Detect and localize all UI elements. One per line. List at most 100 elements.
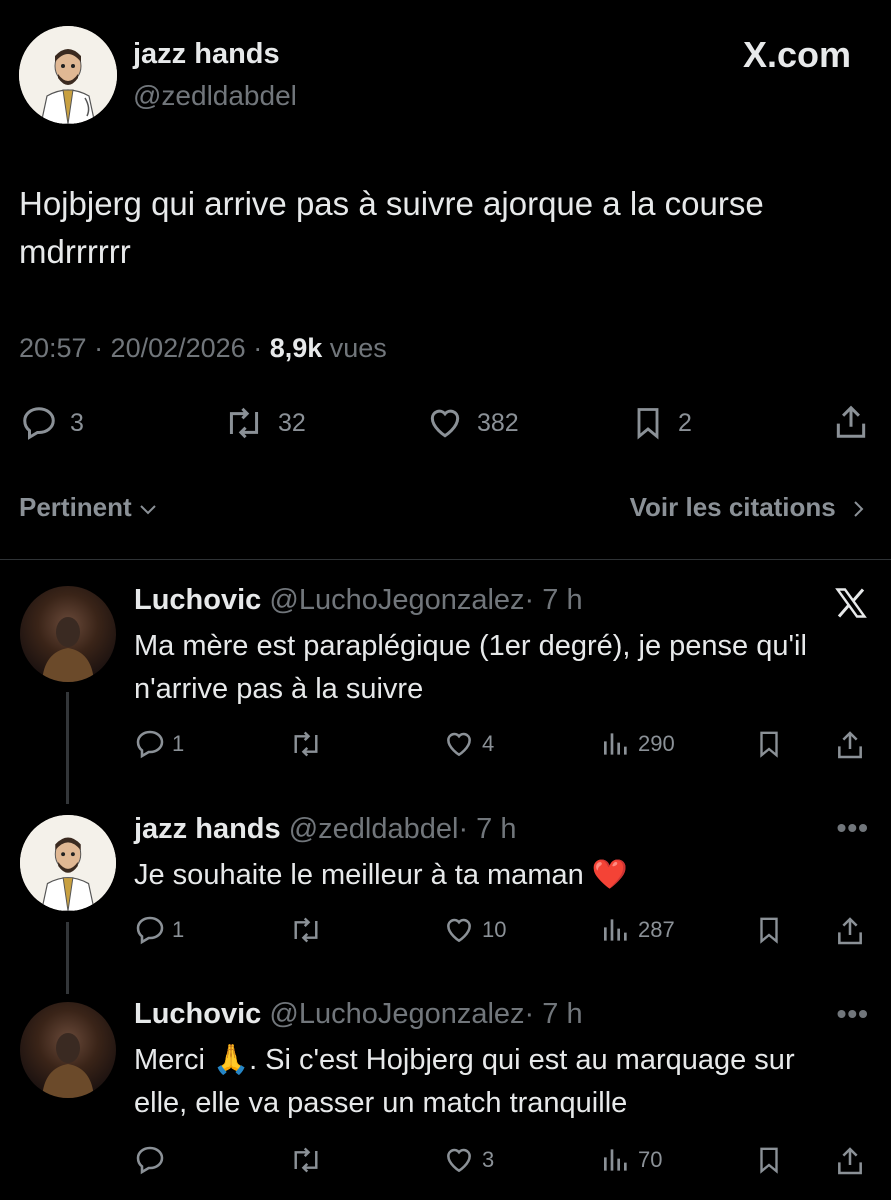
reply-header: Luchovic @LuchoJegonzalez· 7 h [134, 584, 583, 617]
reply-actions: 1 10 287 [0, 914, 891, 950]
bookmark-button[interactable] [754, 728, 784, 760]
views-chart-icon [604, 1149, 627, 1171]
more-options-icon[interactable]: ••• [837, 998, 869, 1030]
reply-count: 3 [70, 408, 84, 437]
heart-emoji: ❤️ [591, 859, 628, 891]
reply-author-handle[interactable]: @LuchoJegonzalez [269, 584, 524, 616]
reply-text: Ma mère est paraplégique (1er degré), je… [134, 630, 807, 705]
repost-icon [229, 407, 259, 439]
like-count: 10 [482, 917, 507, 942]
bookmark-icon [760, 731, 778, 758]
bookmark-icon [637, 408, 659, 440]
reply-actions: 3 70 [0, 1144, 891, 1180]
reply-text-start: Merci [134, 1044, 213, 1076]
heart-icon [447, 732, 471, 757]
reply-count: 1 [172, 731, 185, 756]
x-logo-icon [833, 585, 869, 626]
reply-button[interactable]: 1 [134, 728, 184, 760]
reply-time[interactable]: · 7 h [458, 813, 516, 845]
heart-icon [447, 1148, 471, 1173]
reply-icon [136, 1146, 164, 1175]
view-quotes-label: Voir les citations [629, 492, 836, 522]
heart-icon [430, 409, 460, 438]
repost-icon [294, 731, 318, 757]
doctor-illustration-icon [20, 815, 116, 911]
reply-author-name[interactable]: Luchovic [134, 584, 261, 616]
chevron-right-icon [854, 501, 864, 517]
heart-icon [447, 918, 471, 943]
share-button[interactable] [834, 914, 866, 948]
bookmark-icon [760, 1147, 778, 1174]
like-count: 4 [482, 731, 495, 756]
reply-actions: 1 4 290 [0, 728, 891, 764]
like-count: 3 [482, 1147, 495, 1172]
like-button[interactable]: 3 [442, 1144, 494, 1176]
views-button[interactable]: 290 [600, 728, 675, 760]
reply-header: jazz hands @zedldabdel· 7 h [134, 813, 516, 846]
reply-avatar[interactable] [20, 815, 116, 911]
views-label: vues [322, 333, 387, 363]
reply-button[interactable] [134, 1144, 172, 1176]
x-brand-logo: X.com [742, 34, 851, 75]
repost-icon [294, 917, 318, 943]
bookmark-button[interactable]: 2 [630, 404, 692, 442]
reply-count: 1 [172, 917, 185, 942]
reply-avatar[interactable] [20, 1002, 116, 1098]
person-photo-icon [42, 1033, 94, 1098]
reply-author-handle[interactable]: @zedldabdel [289, 813, 459, 845]
reply-icon [136, 916, 164, 945]
reply-time[interactable]: · 7 h [525, 998, 583, 1030]
bookmark-count: 2 [678, 408, 692, 437]
like-button[interactable]: 4 [442, 728, 494, 760]
share-button[interactable] [834, 728, 866, 762]
tweet-text: Hojbjerg qui arrive pas à suivre ajorque… [19, 185, 764, 270]
reply-button[interactable]: 1 [134, 914, 184, 946]
sort-dropdown[interactable]: Pertinent [19, 492, 157, 523]
views-button[interactable]: 70 [600, 1144, 662, 1176]
views-button[interactable]: 287 [600, 914, 675, 946]
like-button[interactable]: 10 [442, 914, 506, 946]
bookmark-button[interactable] [754, 914, 784, 946]
like-button[interactable]: 382 [425, 404, 519, 442]
bookmark-button[interactable] [754, 1144, 784, 1176]
share-icon [836, 405, 866, 438]
reply-icon [136, 730, 164, 759]
reply-author-name[interactable]: jazz hands [134, 813, 281, 845]
bookmark-icon [760, 917, 778, 944]
share-icon [838, 731, 862, 759]
author-handle[interactable]: @zedldabdel [133, 80, 297, 112]
reply-text: Merci 🙏. Si c'est Hojbjerg qui est au ma… [134, 1039, 854, 1125]
share-button[interactable] [832, 402, 870, 442]
doctor-illustration-icon [19, 26, 117, 124]
view-quotes-link[interactable]: Voir les citations [630, 492, 865, 523]
repost-button[interactable] [288, 914, 330, 946]
repost-button[interactable]: 32 [222, 404, 306, 442]
like-count: 382 [477, 408, 519, 437]
share-icon [838, 917, 862, 945]
tweet-meta: 20:57 · 20/02/2026 · 8,9k vues [19, 333, 387, 364]
reply-button[interactable]: 3 [20, 404, 84, 442]
share-button[interactable] [834, 1144, 866, 1178]
views-chart-icon [604, 919, 627, 941]
person-photo-icon [42, 617, 94, 682]
tweet-timestamp[interactable]: 20:57 · 20/02/2026 · [19, 333, 270, 363]
author-avatar[interactable] [19, 26, 117, 124]
views-count: 290 [638, 731, 675, 756]
reply-author-handle[interactable]: @LuchoJegonzalez [269, 998, 524, 1030]
more-options-icon[interactable]: ••• [837, 812, 869, 844]
repost-count: 32 [278, 408, 306, 437]
views-count: 8,9k [269, 333, 323, 363]
views-count: 287 [638, 917, 675, 942]
views-count: 70 [638, 1147, 663, 1172]
repost-icon [294, 1147, 318, 1173]
tweet-actions: 3 32 382 2 [0, 398, 891, 448]
reply-time[interactable]: · 7 h [525, 584, 583, 616]
divider [0, 559, 891, 560]
reply-header: Luchovic @LuchoJegonzalez· 7 h [134, 998, 583, 1031]
repost-button[interactable] [288, 728, 330, 760]
share-icon [838, 1147, 862, 1175]
author-name[interactable]: jazz hands [133, 38, 280, 71]
repost-button[interactable] [288, 1144, 330, 1176]
reply-author-name[interactable]: Luchovic [134, 998, 261, 1030]
reply-avatar[interactable] [20, 586, 116, 682]
